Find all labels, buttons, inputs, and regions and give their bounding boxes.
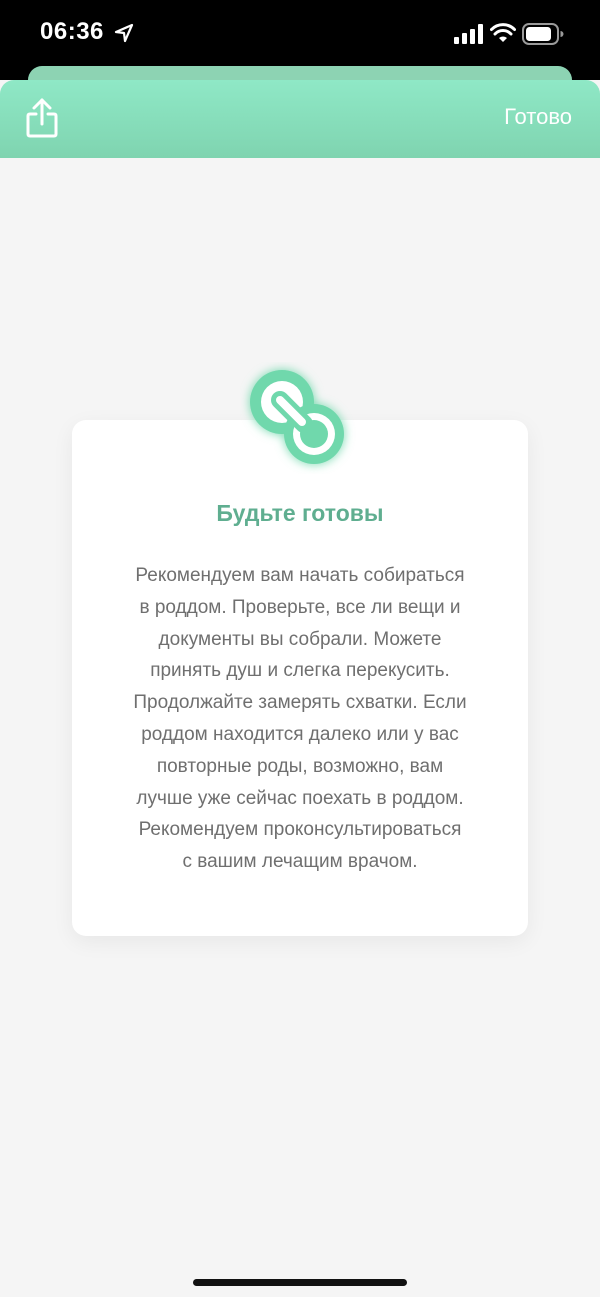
battery-icon (522, 23, 564, 45)
card-title: Будьте готовы (216, 500, 384, 526)
card-body-line: документы вы собрали. Можете (158, 628, 442, 650)
share-icon[interactable] (22, 96, 62, 140)
top-bar: Готово (0, 80, 600, 158)
card-body-line: в роддом. Проверьте, все ли вещи и (139, 596, 461, 618)
home-indicator (193, 1279, 407, 1286)
card-body-line: с вашим лечащим врачом. (182, 851, 418, 873)
card-body-line: Продолжайте замерять схватки. Если (133, 692, 467, 714)
card-body-line: Рекомендуем вам начать собираться (135, 565, 465, 586)
card-body-line: повторные роды, возможно, вам (156, 755, 444, 777)
pacifier-icon (250, 370, 344, 464)
card-body-line: принять душ и слегка перекусить. (150, 660, 450, 682)
card-body-line: Рекомендуем проконсультироваться (138, 819, 462, 841)
info-card: Будьте готовы Рекомендуем вам начать соб… (72, 420, 528, 936)
wifi-icon (490, 23, 516, 42)
signal-bars-icon (454, 24, 483, 44)
status-time: 06:36 (40, 18, 104, 45)
location-arrow-icon (114, 23, 134, 43)
card-body-line: роддом находится далеко или у вас (141, 723, 459, 745)
done-button[interactable]: Готово (504, 104, 572, 130)
card-body-line: лучше уже сейчас поехать в роддом. (136, 787, 464, 809)
card-body: Рекомендуем вам начать собираться в родд… (112, 560, 488, 878)
